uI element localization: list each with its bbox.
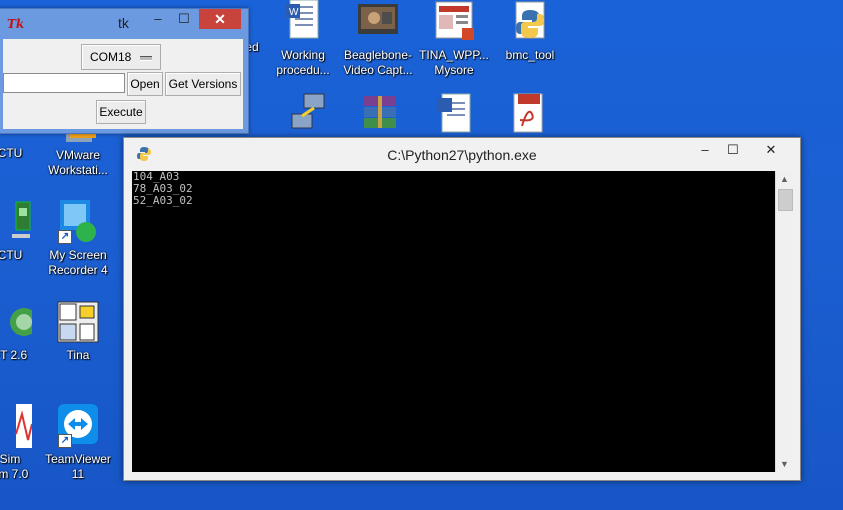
desktop-icon-my-screen-recorder[interactable]: ↗ My Screen Recorder 4 xyxy=(40,200,116,278)
network-icon xyxy=(286,92,330,136)
desktop-icon-label: VMware Workstati... xyxy=(48,148,108,177)
tk-body: COM18 Open Get Versions Execute xyxy=(3,39,243,129)
desktop-icon-label: Tina xyxy=(66,348,90,362)
maximize-button[interactable]: ☐ xyxy=(171,9,197,29)
desktop-icon-bmc-tool[interactable]: bmc_tool xyxy=(492,0,568,63)
desktop-icon-label: TeamViewer 11 xyxy=(45,452,111,481)
console-window[interactable]: C:\Python27\python.exe – ☐ ✕ 104_A03 78_… xyxy=(123,137,801,481)
desktop-icon-tina[interactable]: Tina xyxy=(40,300,116,363)
python-file-icon xyxy=(508,0,552,44)
scroll-thumb[interactable] xyxy=(778,189,793,211)
desktop-icon-teamviewer[interactable]: ↗ TeamViewer 11 xyxy=(40,404,116,482)
scroll-down-icon[interactable]: ▼ xyxy=(780,459,789,469)
scroll-up-icon[interactable]: ▲ xyxy=(780,174,789,184)
pdf-icon xyxy=(506,92,550,136)
desktop-icon-winrar[interactable] xyxy=(342,92,418,140)
open-button[interactable]: Open xyxy=(127,72,163,96)
console-line: 52_A03_02 xyxy=(133,194,193,207)
desktop-icon-label: bmc_tool xyxy=(505,48,555,62)
screen-recorder-icon: ↗ xyxy=(56,200,100,244)
desktop-icon-tina-wpp[interactable]: TINA_WPP... Mysore xyxy=(416,0,492,78)
svg-text:W: W xyxy=(289,7,299,18)
desktop-icon-pdf[interactable] xyxy=(490,92,566,140)
close-button[interactable]: ✕ xyxy=(199,9,241,29)
minimize-button[interactable]: – xyxy=(692,142,718,157)
console-output[interactable]: 104_A03 78_A03_02 52_A03_02 xyxy=(132,171,775,472)
port-dropdown-value: COM18 xyxy=(90,50,132,64)
port-dropdown[interactable]: COM18 xyxy=(81,44,161,70)
desktop-icon-label: TINA_WPP... Mysore xyxy=(419,48,489,77)
video-icon xyxy=(356,0,400,44)
text-entry[interactable] xyxy=(3,73,125,93)
presentation-icon xyxy=(432,0,476,44)
console-line: 104_A03 xyxy=(133,171,180,183)
tk-window[interactable]: Tk tk – ☐ ✕ COM18 Open Get Versions Exec… xyxy=(0,8,249,134)
shortcut-arrow-icon: ↗ xyxy=(58,230,72,244)
tina-icon xyxy=(56,300,100,344)
desktop-icon-label: My Screen Recorder 4 xyxy=(48,248,108,277)
tk-titlebar[interactable]: Tk tk – ☐ ✕ xyxy=(0,9,248,39)
console-line: 78_A03_02 xyxy=(133,182,193,195)
desktop-icon-label: Beaglebone- Video Capt... xyxy=(343,48,413,77)
program-icon xyxy=(0,300,38,344)
shortcut-arrow-icon: ↗ xyxy=(58,434,72,448)
minimize-button[interactable]: – xyxy=(145,9,171,29)
execute-button[interactable]: Execute xyxy=(96,100,146,124)
word-document-icon xyxy=(432,92,476,136)
winrar-icon xyxy=(358,92,402,136)
dropdown-indicator-icon xyxy=(140,56,152,61)
chart-app-icon xyxy=(0,404,33,448)
get-versions-button[interactable]: Get Versions xyxy=(165,72,241,96)
teamviewer-icon: ↗ xyxy=(56,404,100,448)
word-document-icon: W xyxy=(281,0,325,44)
desktop-icon-beaglebone-video[interactable]: Beaglebone- Video Capt... xyxy=(340,0,416,78)
maximize-button[interactable]: ☐ xyxy=(720,142,746,158)
device-icon xyxy=(0,200,32,244)
desktop-icon-network[interactable] xyxy=(270,92,346,140)
desktop-icon-working-procedure[interactable]: W Working procedu... xyxy=(265,0,341,78)
desktop-icon-word-document[interactable] xyxy=(416,92,492,140)
vertical-scrollbar[interactable]: ▲ ▼ xyxy=(775,171,793,472)
close-button[interactable]: ✕ xyxy=(750,142,792,158)
desktop-icon-label: Working procedu... xyxy=(276,48,330,77)
